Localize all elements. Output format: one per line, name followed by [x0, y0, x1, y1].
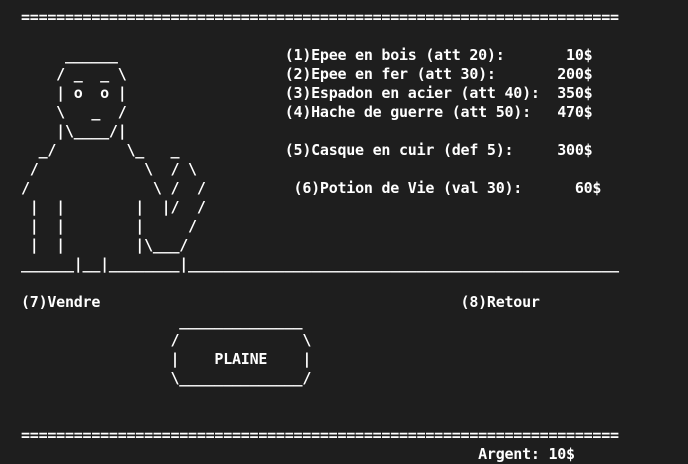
location-box-lower: \______________/	[21, 369, 619, 388]
shop-row: / _ _ \ (2)Epee en fer (att 30): 200$	[21, 65, 619, 84]
shopkeeper-art-row: / \ / /	[21, 179, 276, 197]
location-box-border: ______________	[179, 312, 303, 330]
shop-item-health-potion[interactable]: (6)Potion de Vie (val 30): 60$	[294, 179, 602, 197]
shopkeeper-art-row: \ _ /	[21, 103, 259, 121]
shop-row: | | |\___/	[21, 236, 619, 255]
money-display: Argent: 10$	[478, 445, 575, 463]
shopkeeper-art-row: | | | /	[21, 217, 268, 235]
location-box-top: ______________	[21, 312, 619, 331]
shop-row: \ _ / (4)Hache de guerre (att 50): 470$	[21, 103, 619, 122]
back-option[interactable]: (8)Retour	[461, 293, 540, 311]
shop-row: / \ / \	[21, 160, 619, 179]
counter-line: ______|__|________|_____________________…	[21, 255, 619, 273]
location-box-border: \______________/	[170, 369, 312, 387]
top-border: ========================================…	[21, 8, 619, 26]
shop-item-war-axe[interactable]: (4)Hache de guerre (att 50): 470$	[285, 103, 593, 121]
shop-item-iron-sword[interactable]: (2)Epee en fer (att 30): 200$	[285, 65, 593, 83]
shopkeeper-art-row: / \ / \	[21, 160, 268, 178]
shop-row: | | | /	[21, 217, 619, 236]
shop-row: | | | |/ /	[21, 198, 619, 217]
location-box-middle: | PLAINE |	[21, 350, 312, 368]
shopkeeper-art-row: / _ _ \	[21, 65, 259, 83]
location-box-upper: / \	[21, 331, 619, 350]
shopkeeper-art-row: _/ \_ _	[21, 141, 259, 159]
shopkeeper-art-row: | | | |/ /	[21, 198, 276, 216]
options-row: (7)Vendre (8)Retour	[21, 293, 619, 312]
shopkeeper-art-row: ______	[21, 46, 259, 64]
shopkeeper-art-row: | | |\___/	[21, 236, 259, 254]
shop-item-wooden-sword[interactable]: (1)Epee en bois (att 20): 10$	[285, 46, 593, 64]
shop-row: |\____/|	[21, 122, 619, 141]
shop-row: / \ / / (6)Potion de Vie (val 30): 60$	[21, 179, 619, 198]
shop-row: _/ \_ _ (5)Casque en cuir (def 5): 300$	[21, 141, 619, 160]
shop-row: | o o | (3)Espadon en acier (att 40): 35…	[21, 84, 619, 103]
bottom-border: ========================================…	[21, 426, 619, 444]
shop-item-steel-greatsword[interactable]: (3)Espadon en acier (att 40): 350$	[285, 84, 593, 102]
location-name: PLAINE	[214, 350, 268, 368]
sell-option[interactable]: (7)Vendre	[21, 293, 100, 311]
location-box-border: / \	[170, 331, 312, 349]
shop-row: ______ (1)Epee en bois (att 20): 10$	[21, 46, 619, 65]
shopkeeper-art-row: | o o |	[21, 84, 259, 102]
money-row: Argent: 10$	[21, 445, 619, 464]
terminal-screen: ========================================…	[21, 8, 619, 464]
shop-item-leather-helmet[interactable]: (5)Casque en cuir (def 5): 300$	[285, 141, 593, 159]
shopkeeper-art-row: |\____/|	[21, 122, 259, 140]
